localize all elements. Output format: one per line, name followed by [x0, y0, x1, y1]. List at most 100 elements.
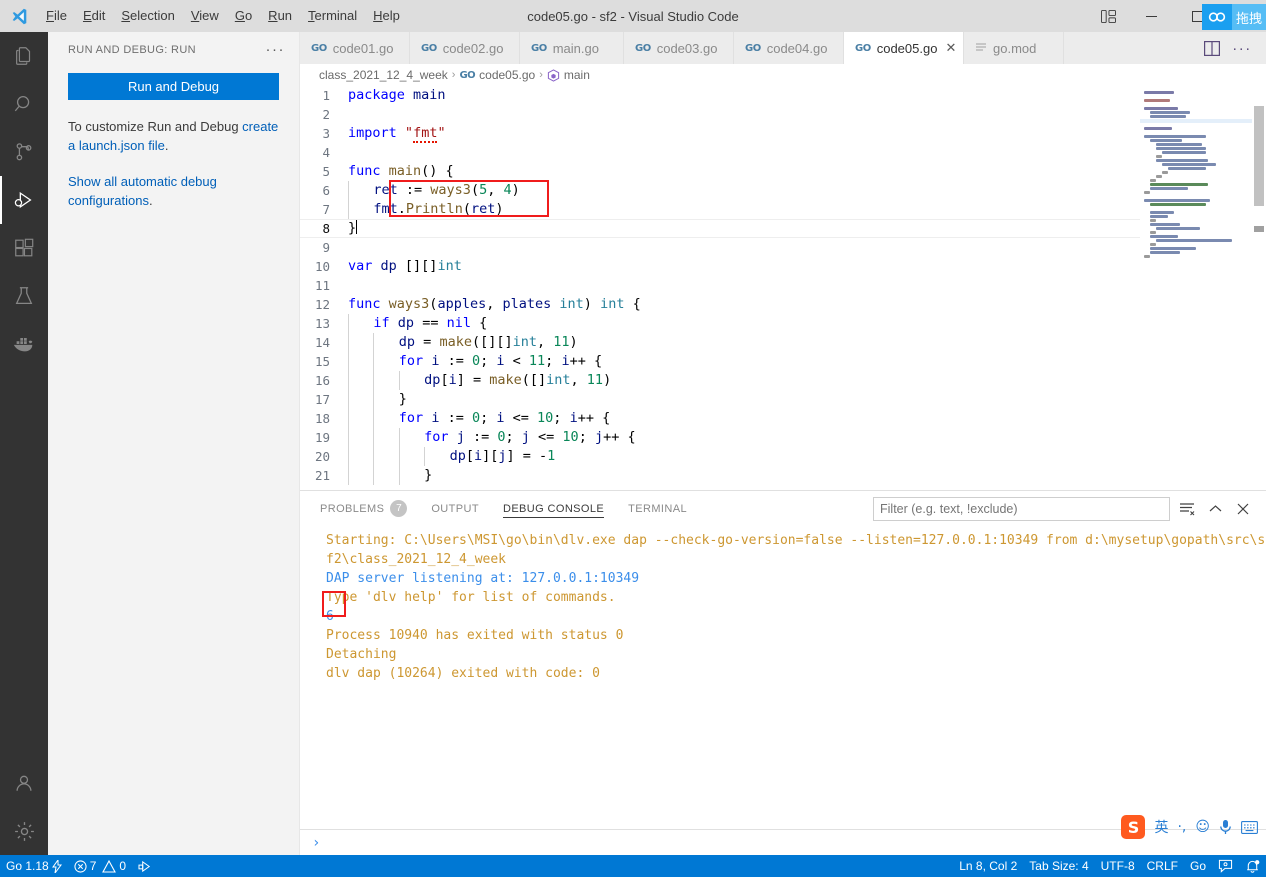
sidebar-more-actions-button[interactable]: ··· [260, 41, 292, 58]
tab-problems-label: PROBLEMS [320, 502, 385, 515]
status-notifications[interactable] [1239, 855, 1266, 877]
line-number: 10 [314, 259, 330, 274]
menu-go[interactable]: Go [227, 0, 260, 32]
editor-tab-code01[interactable]: GO code01.go [300, 32, 410, 64]
menu-help[interactable]: Help [365, 0, 408, 32]
customize-hint-prefix: To customize Run and Debug [68, 119, 243, 134]
editor-tab-main[interactable]: GO main.go [520, 32, 624, 64]
clear-all-icon[interactable] [1176, 498, 1198, 520]
editor-tab-code04[interactable]: GO code04.go [734, 32, 844, 64]
editor-tab-code02[interactable]: GO code02.go [410, 32, 520, 64]
line-content: if dp == nil { [348, 314, 487, 333]
split-editor-icon[interactable] [1198, 32, 1226, 64]
code-line: 6 ret := ways3(5, 4) [300, 181, 1266, 200]
breadcrumb-symbol-label: main [563, 68, 590, 82]
line-number: 14 [314, 335, 330, 350]
status-editor-position[interactable]: Ln 8, Col 2 [953, 855, 1023, 877]
status-go-test[interactable] [132, 855, 159, 877]
ime-keyboard-icon[interactable] [1241, 820, 1258, 834]
sidebar-item-extensions[interactable] [0, 224, 48, 272]
tab-terminal[interactable]: TERMINAL [628, 491, 687, 526]
menu-view[interactable]: View [183, 0, 227, 32]
console-line: Type 'dlv help' for list of commands. [326, 590, 616, 605]
debug-console-output[interactable]: Starting: C:\Users\MSI\go\bin\dlv.exe da… [300, 526, 1266, 829]
ime-punctuation-toggle[interactable]: ·, [1177, 819, 1186, 835]
line-number: 15 [314, 354, 330, 369]
sidebar-item-docker[interactable] [0, 320, 48, 368]
tab-output[interactable]: OUTPUT [431, 491, 479, 526]
console-filter-input[interactable] [873, 496, 1170, 521]
menu-run[interactable]: Run [260, 0, 300, 32]
editor-scrollbar-thumb[interactable] [1254, 106, 1264, 206]
drag-widget-label: 拖拽 [1231, 4, 1266, 30]
status-tab-size[interactable]: Tab Size: 4 [1023, 855, 1094, 877]
editor-tab-code03[interactable]: GO code03.go [624, 32, 734, 64]
ime-language-toggle[interactable]: 英 [1154, 817, 1168, 837]
breadcrumb-folder[interactable]: class_2021_12_4_week [319, 68, 448, 82]
code-line: 16 dp[i] = make([]int, 11) [300, 371, 1266, 390]
activity-bar [0, 32, 48, 855]
sidebar-item-explorer[interactable] [0, 32, 48, 80]
status-feedback[interactable] [1212, 855, 1239, 877]
floating-drag-widget[interactable]: 拖拽 [1201, 4, 1266, 30]
ime-toolbar[interactable]: S 英 ·, ☺ [1121, 815, 1258, 839]
bottom-panel: PROBLEMS 7 OUTPUT DEBUG CONSOLE TERMINAL [300, 490, 1266, 855]
editor-vertical-scrollbar[interactable] [1252, 86, 1266, 501]
breadcrumb-file-label: code05.go [479, 68, 536, 82]
go-file-icon: GO [421, 42, 437, 54]
tab-label: main.go [552, 40, 599, 56]
sogou-logo-icon[interactable]: S [1121, 815, 1146, 839]
code-line: 4 [300, 143, 1266, 162]
editor-more-actions-icon[interactable]: ··· [1228, 32, 1256, 64]
chevron-up-icon[interactable] [1204, 498, 1226, 520]
code-line: 21 } [300, 466, 1266, 485]
menu-selection[interactable]: Selection [113, 0, 182, 32]
code-line: 15 for i := 0; i < 11; i++ { [300, 352, 1266, 371]
tab-debug-console[interactable]: DEBUG CONSOLE [502, 491, 605, 526]
cloud-drag-icon[interactable] [1201, 4, 1232, 30]
status-bar: Go 1.18 7 0 Ln 8, Col 2 Tab Size: 4 UTF-… [0, 855, 1266, 877]
line-content: func ways3(apples, plates int) int { [348, 296, 641, 312]
menu-file[interactable]: File [38, 0, 75, 32]
show-all-automatic-debug-configurations-link[interactable]: Show all automatic debug configurations [68, 174, 217, 208]
tab-close-icon[interactable]: ✕ [945, 40, 956, 56]
status-language-mode[interactable]: Go [1184, 855, 1212, 877]
console-line-result: 6 [326, 609, 334, 624]
manage-settings-button[interactable] [0, 807, 48, 855]
extensions-icon [13, 237, 35, 259]
run-test-icon [138, 860, 153, 873]
account-icon [13, 772, 35, 794]
close-panel-icon[interactable] [1232, 498, 1254, 520]
status-eol[interactable]: CRLF [1141, 855, 1184, 877]
breadcrumb-file[interactable]: GO code05.go [459, 68, 535, 82]
breadcrumb-symbol[interactable]: main [547, 68, 590, 82]
line-number: 19 [314, 430, 330, 445]
ime-emoji-icon[interactable]: ☺ [1195, 819, 1210, 835]
sidebar-item-testing[interactable] [0, 272, 48, 320]
sidebar-item-search[interactable] [0, 80, 48, 128]
editor-tab-gomod[interactable]: go.mod [964, 32, 1064, 64]
accounts-button[interactable] [0, 759, 48, 807]
tab-debug-console-label: DEBUG CONSOLE [502, 502, 605, 515]
line-content: func main() { [348, 163, 454, 179]
status-go-version[interactable]: Go 1.18 [0, 855, 68, 877]
error-icon [74, 859, 87, 873]
status-encoding[interactable]: UTF-8 [1095, 855, 1141, 877]
editor-tab-code05[interactable]: GO code05.go ✕ [844, 32, 964, 64]
status-problems[interactable]: 7 0 [68, 855, 132, 877]
minimap[interactable] [1140, 86, 1252, 501]
run-and-debug-button[interactable]: Run and Debug [68, 73, 279, 100]
tab-label: code05.go [876, 40, 938, 56]
line-number: 13 [314, 316, 330, 331]
sidebar-item-source-control[interactable] [0, 128, 48, 176]
code-editor[interactable]: 1 package main 2 3 import "fmt" 4 5 func… [300, 86, 1266, 501]
menu-edit[interactable]: Edit [75, 0, 113, 32]
menu-terminal[interactable]: Terminal [300, 0, 365, 32]
customize-layout-icon[interactable] [1088, 0, 1128, 32]
minimize-icon[interactable] [1128, 0, 1174, 32]
warning-count: 0 [119, 859, 127, 873]
tab-problems[interactable]: PROBLEMS 7 [320, 491, 408, 526]
panel-tab-bar: PROBLEMS 7 OUTPUT DEBUG CONSOLE TERMINAL [300, 491, 1266, 526]
sidebar-item-run-and-debug[interactable] [0, 176, 48, 224]
ime-mic-icon[interactable] [1219, 819, 1232, 835]
